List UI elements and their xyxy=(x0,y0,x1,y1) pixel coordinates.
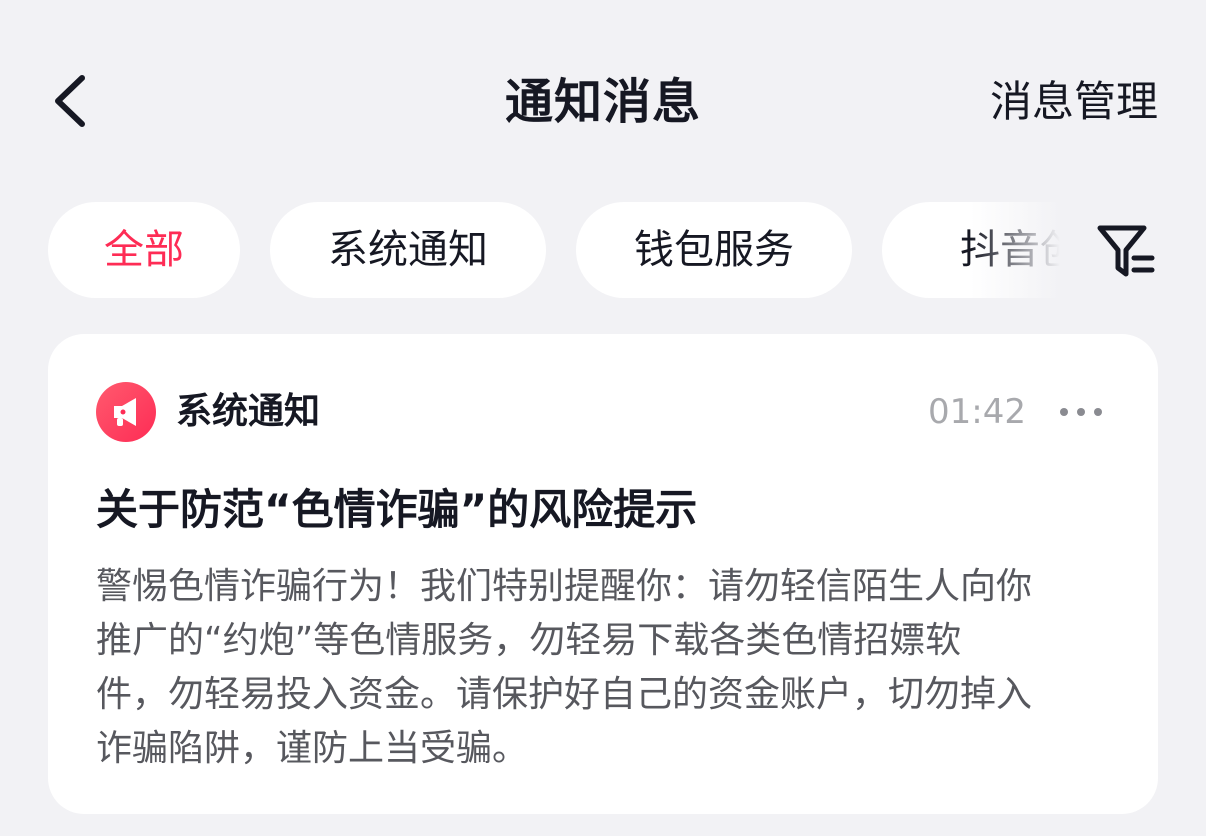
notification-card[interactable]: 系统通知 01:42 关于防范“色情诈骗”的风险提示 警惕色情诈骗行为！我们特别… xyxy=(48,334,1158,814)
more-icon xyxy=(1060,408,1102,416)
category-tabs: 全部 系统通知 钱包服务 抖音创 xyxy=(0,200,1060,300)
tab-douyin-creator[interactable]: 抖音创 xyxy=(882,202,1060,298)
header: 通知消息 消息管理 xyxy=(0,0,1206,200)
megaphone-icon xyxy=(114,398,136,426)
timestamp: 01:42 xyxy=(928,392,1026,432)
body-line: 诈骗陷阱，谨防上当受骗。 xyxy=(96,728,529,769)
body-line: 推广的“约炮”等色情服务，勿轻易下载各类色情招嫖软 xyxy=(96,620,962,661)
avatar xyxy=(96,382,156,442)
filter-icon xyxy=(1097,225,1155,277)
filter-button[interactable] xyxy=(1094,218,1158,282)
notification-header: 系统通知 01:42 xyxy=(96,382,1110,442)
tab-all[interactable]: 全部 xyxy=(48,202,240,298)
sender-name: 系统通知 xyxy=(176,391,321,432)
more-options-button[interactable] xyxy=(1056,390,1106,434)
notification-title: 关于防范“色情诈骗”的风险提示 xyxy=(96,485,698,534)
notification-body: 警惕色情诈骗行为！我们特别提醒你：请勿轻信陌生人向你 推广的“约炮”等色情服务，… xyxy=(96,560,1116,776)
message-management-button[interactable]: 消息管理 xyxy=(990,74,1158,130)
tab-system-notification[interactable]: 系统通知 xyxy=(270,202,546,298)
notification-page: 通知消息 消息管理 全部 系统通知 钱包服务 抖音创 系统 xyxy=(0,0,1206,836)
tab-wallet-service[interactable]: 钱包服务 xyxy=(576,202,852,298)
body-line: 件，勿轻易投入资金。请保护好自己的资金账户，切勿掉入 xyxy=(96,674,1033,715)
body-line: 警惕色情诈骗行为！我们特别提醒你：请勿轻信陌生人向你 xyxy=(96,566,1033,607)
